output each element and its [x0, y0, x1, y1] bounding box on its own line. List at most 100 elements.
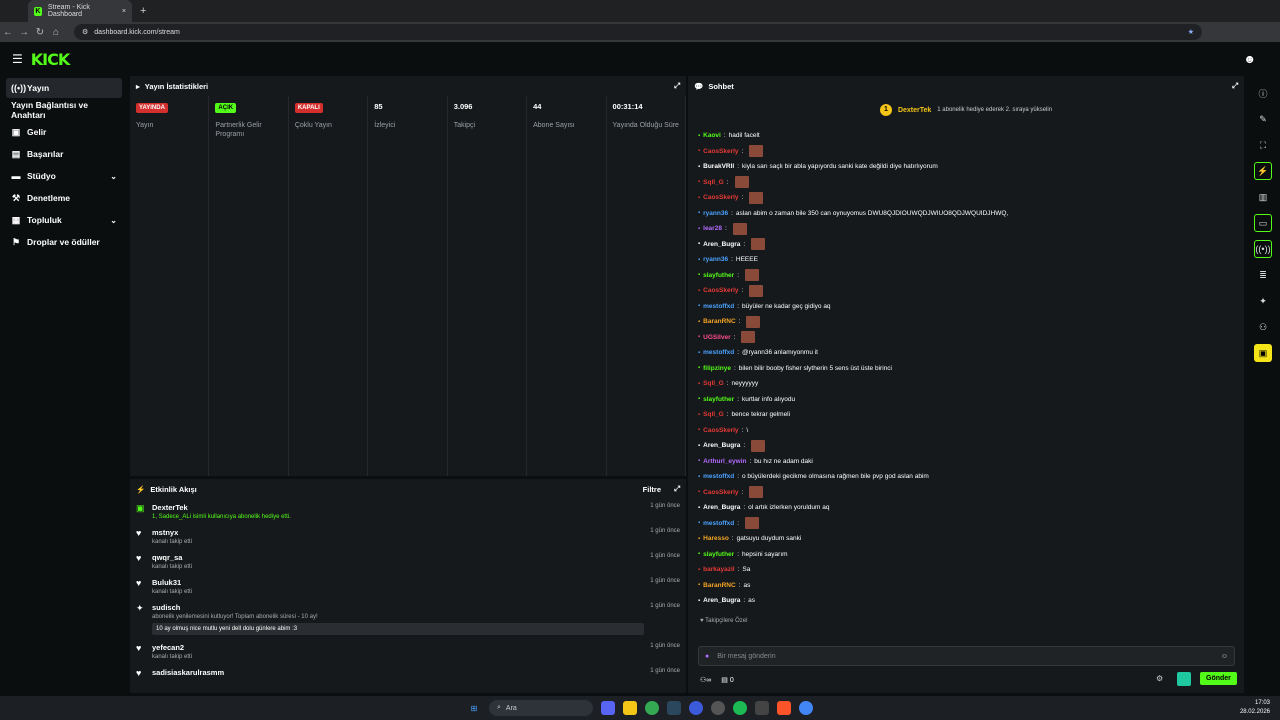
reload-icon[interactable]: ↻: [32, 27, 48, 38]
right-toolbar: ⓘ ✎ ⛶ ⚡ ▥ ▭ ((•)) ≣ ✦ ⚇ ▣: [1246, 76, 1280, 696]
chat-username[interactable]: Kaovi: [703, 132, 721, 139]
avatar[interactable]: ☻: [1243, 52, 1256, 66]
activity-user: sudisch: [152, 603, 181, 612]
wrench-icon[interactable]: ✦: [1254, 292, 1272, 310]
bookmark-star-icon[interactable]: ★: [1188, 28, 1194, 36]
chat-username[interactable]: Sqll_G: [703, 380, 724, 387]
chat-text: kiyla sarı saçlı bir abla yapıyordu sank…: [742, 163, 938, 171]
sidebar-item-stream-key[interactable]: Yayın Bağlantısı ve Anahtarı: [6, 100, 122, 120]
send-button[interactable]: Gönder: [1200, 672, 1237, 685]
chat-username[interactable]: Aren_Bugra: [703, 504, 740, 511]
chat-username[interactable]: slayfuther: [703, 396, 734, 403]
start-icon[interactable]: ⊞: [467, 701, 481, 715]
chat-username[interactable]: Arthurl_eywin: [703, 458, 746, 465]
points-icon[interactable]: ⚇∞: [700, 676, 711, 684]
emote-picker-icon[interactable]: [1177, 672, 1191, 686]
expand-icon[interactable]: ⛶: [1254, 136, 1272, 154]
info-icon[interactable]: ⓘ: [1254, 84, 1272, 102]
forward-icon[interactable]: →: [16, 27, 32, 38]
stat-label: Yayın: [136, 122, 154, 129]
new-tab-icon[interactable]: +: [140, 5, 146, 17]
taskbar-search[interactable]: ⌕ Ara: [489, 700, 593, 716]
chat-username[interactable]: ryann36: [703, 256, 728, 263]
edit-icon[interactable]: ✎: [1254, 110, 1272, 128]
lightning-icon[interactable]: ⚡: [1254, 162, 1272, 180]
chat-username[interactable]: CaosSkerly: [703, 194, 738, 201]
chat-username[interactable]: filipzinye: [703, 365, 731, 372]
chat-message-input[interactable]: ● Bir mesaj gönderin ☺: [698, 646, 1235, 666]
sidebar-item-studyo[interactable]: ▬ Stüdyo ⌄: [6, 166, 122, 186]
notion-icon[interactable]: [755, 701, 769, 715]
chat-username[interactable]: lear28: [703, 225, 722, 232]
chrome-icon[interactable]: [799, 701, 813, 715]
chat-icon[interactable]: ▭: [1254, 214, 1272, 232]
system-clock[interactable]: 17:03 28.02.2026: [1240, 699, 1270, 717]
chat-username[interactable]: CaosSkerly: [703, 148, 738, 155]
sidebar-item-yayin[interactable]: ((•)) Yayın: [6, 78, 122, 98]
emoji-icon[interactable]: ☺: [1221, 653, 1228, 660]
chat-username[interactable]: Sqll_G: [703, 179, 724, 186]
browser-tab[interactable]: K Stream - Kick Dashboard ×: [28, 0, 132, 22]
popout-icon[interactable]: ⤢: [674, 81, 680, 91]
home-icon[interactable]: ⌂: [48, 27, 64, 38]
settings-icon[interactable]: ⚙: [1156, 674, 1163, 683]
mic-icon[interactable]: ●: [705, 653, 709, 660]
notes-icon[interactable]: ▥: [1254, 188, 1272, 206]
activity-feed-panel: ⚡ Etkinlik Akışı Filtre ⤢ ▣ DexterTek 1, Sade…: [130, 479, 686, 693]
chat-username[interactable]: mestoffxd: [703, 473, 734, 480]
chat-username[interactable]: BurakVRll: [703, 163, 734, 170]
sidebar-item-basarilar[interactable]: ▤ Başarılar: [6, 144, 122, 164]
brave-icon[interactable]: [777, 701, 791, 715]
sidebar-item-gelir[interactable]: ▣ Gelir: [6, 122, 122, 142]
chat-username[interactable]: BaranRNC: [703, 582, 736, 589]
back-icon[interactable]: ←: [0, 27, 16, 38]
chat-username[interactable]: mestoffxd: [703, 520, 734, 527]
chat-username[interactable]: slayfuther: [703, 551, 734, 558]
kick-favicon-icon: K: [34, 6, 42, 16]
chat-username[interactable]: mestoffxd: [703, 349, 734, 356]
chat-username[interactable]: mestoffxd: [703, 303, 734, 310]
clip-icon[interactable]: ▣: [1254, 344, 1272, 362]
activity-item: ♥ sadisiaskarulrasmm 1 gün önce: [130, 664, 686, 683]
sidebar-item-topluluk[interactable]: ▦ Topluluk ⌄: [6, 210, 122, 230]
filter-button[interactable]: Filtre: [643, 485, 661, 494]
separator: :: [737, 550, 740, 558]
chat-username[interactable]: Haresso: [703, 535, 729, 542]
chat-username[interactable]: Aren_Bugra: [703, 442, 740, 449]
chat-username[interactable]: CaosSkerly: [703, 287, 738, 294]
steam-icon[interactable]: [667, 701, 681, 715]
chrome-icon[interactable]: [645, 701, 659, 715]
chat-username[interactable]: Aren_Bugra: [703, 597, 740, 604]
close-icon[interactable]: ×: [122, 8, 126, 15]
activity-body: Buluk31 kanalı takip etti: [152, 578, 644, 595]
menu-icon[interactable]: ☰: [12, 52, 23, 66]
user-badge-icon: ▪: [698, 442, 701, 449]
discord-icon[interactable]: [601, 701, 615, 715]
site-info-icon[interactable]: ⚙: [82, 28, 88, 36]
chat-username[interactable]: ryann36: [703, 210, 728, 217]
separator: :: [726, 380, 729, 388]
store-icon[interactable]: ▤ 0: [721, 676, 733, 684]
app-icon[interactable]: [689, 701, 703, 715]
group-icon[interactable]: ⚇: [1254, 318, 1272, 336]
chat-username[interactable]: UGSilver: [703, 334, 730, 341]
chat-username[interactable]: Aren_Bugra: [703, 241, 740, 248]
chat-username[interactable]: CaosSkerly: [703, 427, 738, 434]
popout-icon[interactable]: ⤢: [674, 484, 680, 494]
sidebar-item-denetleme[interactable]: ⚒ Denetleme: [6, 188, 122, 208]
url-field[interactable]: ⚙ dashboard.kick.com/stream ★: [74, 24, 1202, 40]
sidebar-item-droplar[interactable]: ⚑ Droplar ve ödüller: [6, 232, 122, 252]
chat-username[interactable]: Sqll_G: [703, 411, 724, 418]
folder-icon[interactable]: [623, 701, 637, 715]
chat-username[interactable]: slayfuther: [703, 272, 734, 279]
chat-username[interactable]: BaranRNC: [703, 318, 736, 325]
layers-icon[interactable]: ≣: [1254, 266, 1272, 284]
chat-username[interactable]: barkayazil: [703, 566, 734, 573]
kick-logo[interactable]: KICK: [31, 50, 70, 69]
chat-username[interactable]: CaosSkerly: [703, 489, 738, 496]
popout-icon[interactable]: ⤢: [1232, 81, 1238, 91]
obs-icon[interactable]: [711, 701, 725, 715]
spotify-icon[interactable]: [733, 701, 747, 715]
broadcast-icon[interactable]: ((•)): [1254, 240, 1272, 258]
stat-value: AÇIK: [215, 102, 281, 113]
